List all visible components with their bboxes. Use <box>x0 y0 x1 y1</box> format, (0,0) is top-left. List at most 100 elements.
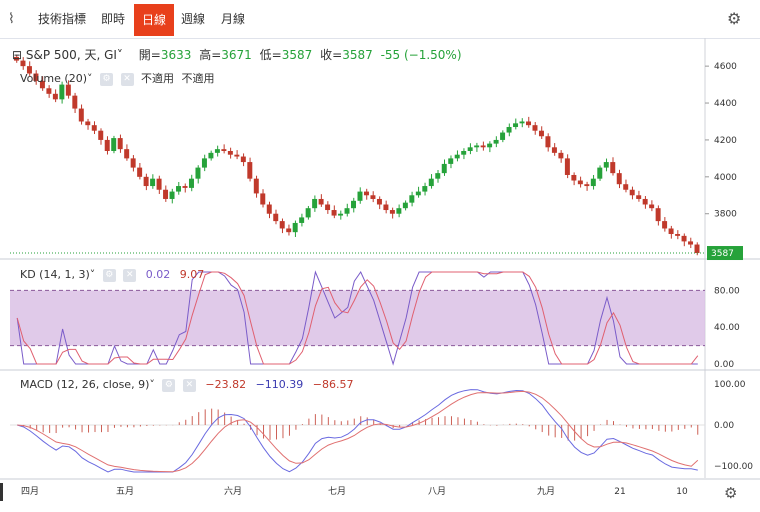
candle <box>415 191 421 196</box>
candle <box>52 93 58 100</box>
candle <box>344 208 350 214</box>
macd-signal-value: −86.57 <box>312 378 354 391</box>
candle <box>435 173 441 179</box>
candle <box>610 162 616 174</box>
candle <box>526 121 531 126</box>
candle <box>467 147 473 151</box>
candle <box>85 121 91 126</box>
candle <box>448 158 454 164</box>
tab-weekly[interactable]: 週線 <box>181 6 205 32</box>
candle <box>616 173 622 185</box>
indicators-button[interactable]: 技術指標 <box>38 6 86 32</box>
macd-tick-label: 100.00 <box>714 380 746 390</box>
candle <box>655 208 661 222</box>
candle <box>461 151 467 155</box>
candle <box>150 178 156 187</box>
kd-tick-label: 80.00 <box>714 286 740 296</box>
candle <box>111 138 117 151</box>
candle <box>500 132 506 140</box>
low-label: 低 <box>259 48 272 62</box>
candle <box>299 217 305 223</box>
candle <box>454 154 460 159</box>
candle <box>98 130 104 140</box>
axis-settings-gear-icon[interactable]: ⚙ <box>724 484 737 502</box>
candle <box>72 95 78 109</box>
tab-monthly[interactable]: 月線 <box>221 6 245 32</box>
candle <box>156 178 162 190</box>
candle <box>46 88 52 94</box>
candle <box>104 139 110 151</box>
candle <box>662 221 668 229</box>
symbol-label[interactable]: S&P 500, 天, GI <box>26 48 117 62</box>
candle <box>538 130 544 137</box>
candle <box>137 167 143 177</box>
candle <box>182 186 188 188</box>
candle <box>597 167 603 179</box>
time-axis-label: 10 <box>676 487 688 497</box>
indicators-icon[interactable]: ⌇ <box>8 6 15 32</box>
candle <box>370 195 376 199</box>
collapse-icon[interactable]: ⊟ <box>12 48 22 62</box>
candle <box>240 156 246 163</box>
kd-settings-icon[interactable]: ⚙ <box>102 268 116 282</box>
candle <box>513 123 519 128</box>
macd-close-icon[interactable]: ✕ <box>182 378 196 392</box>
candle <box>253 178 259 194</box>
main-legend: ⊟ S&P 500, 天, GI˅ 開=3633 高=3671 低=3587 收… <box>12 48 462 62</box>
candle <box>681 235 687 242</box>
candle <box>422 186 428 192</box>
candle <box>480 145 486 148</box>
candle <box>642 198 648 205</box>
candle <box>603 162 609 168</box>
candle <box>91 125 97 131</box>
candle <box>188 178 194 188</box>
candle <box>363 191 369 196</box>
open-value: 3633 <box>160 48 192 62</box>
candle <box>590 178 596 187</box>
candle <box>688 241 694 245</box>
macd-label[interactable]: MACD (12, 26, close, 9) <box>20 378 149 391</box>
candle <box>571 174 577 181</box>
candle <box>694 244 700 254</box>
volume-label[interactable]: Volume (20) <box>20 72 87 85</box>
candle <box>376 198 382 205</box>
candle <box>331 210 337 216</box>
candle <box>260 193 266 205</box>
candle <box>493 139 499 144</box>
candle <box>383 204 389 211</box>
tab-daily[interactable]: 日線 <box>134 4 175 36</box>
high-label: 高 <box>199 48 212 62</box>
macd-hist-value: −23.82 <box>205 378 247 391</box>
volume-close-icon[interactable]: ✕ <box>120 72 134 86</box>
tab-realtime[interactable]: 即時 <box>101 6 125 32</box>
candle <box>351 200 356 209</box>
kd-label[interactable]: KD (14, 1, 3) <box>20 268 90 281</box>
volume-settings-icon[interactable]: ⚙ <box>100 72 113 86</box>
candle <box>338 213 344 216</box>
candle <box>318 198 324 205</box>
macd-tick-label: −100.00 <box>714 462 753 472</box>
k-value: 0.02 <box>145 268 171 281</box>
time-axis-label: 四月 <box>21 486 39 497</box>
scroll-handle <box>0 483 3 501</box>
candle <box>195 167 201 179</box>
macd-settings-icon[interactable]: ⚙ <box>162 378 176 392</box>
candle <box>169 191 175 199</box>
time-axis-label: 六月 <box>224 485 242 497</box>
candle <box>577 180 583 185</box>
chart-area[interactable]: 4600 4400 4200 4000 3800 3587 80.00 40.00 0.00 10… <box>0 38 760 508</box>
candle <box>130 158 136 168</box>
time-axis-label: 五月 <box>116 486 134 497</box>
kd-close-icon[interactable]: ✕ <box>123 268 137 282</box>
candle <box>357 191 363 201</box>
candle <box>247 162 253 179</box>
price-tick-label: 3800 <box>714 210 737 220</box>
candle <box>506 127 512 133</box>
top-toolbar: ⌇ 技術指標 即時 日線 週線 月線 ⚙ <box>0 0 760 39</box>
volume-legend: Volume (20)˅ ⚙ ✕ 不適用 不適用 <box>20 72 215 86</box>
candle <box>234 154 240 157</box>
candle <box>636 195 642 199</box>
candle <box>441 163 447 174</box>
candle <box>286 228 292 233</box>
settings-gear-icon[interactable]: ⚙ <box>727 6 741 32</box>
